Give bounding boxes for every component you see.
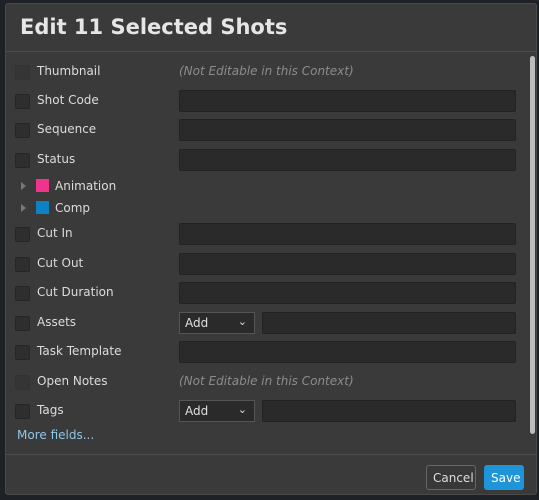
- task-label: Animation: [55, 179, 117, 193]
- field-label: Thumbnail: [37, 64, 101, 78]
- expand-triangle-icon[interactable]: [21, 182, 26, 190]
- field-label: Status: [37, 152, 76, 166]
- cut-duration-checkbox[interactable]: [15, 286, 30, 301]
- assets-input[interactable]: [262, 312, 516, 334]
- cut-duration-input[interactable]: [179, 282, 516, 304]
- header-divider: [6, 51, 536, 52]
- thumbnail-checkbox: [15, 65, 30, 80]
- shot-code-checkbox[interactable]: [15, 94, 30, 109]
- task-template-checkbox[interactable]: [15, 345, 30, 360]
- cut-in-input[interactable]: [179, 223, 516, 245]
- field-row-shot-code: Shot Code: [6, 90, 526, 112]
- scrollbar[interactable]: [530, 56, 535, 434]
- more-fields-link[interactable]: More fields...: [17, 428, 94, 442]
- field-label: Shot Code: [37, 93, 99, 107]
- open-notes-checkbox: [15, 375, 30, 390]
- task-label: Comp: [55, 201, 91, 215]
- field-row-cut-out: Cut Out: [6, 253, 526, 275]
- field-label: Task Template: [37, 344, 122, 358]
- task-color-swatch: [36, 201, 49, 214]
- assets-checkbox[interactable]: [15, 316, 30, 331]
- tags-input[interactable]: [262, 400, 516, 422]
- sequence-checkbox[interactable]: [15, 123, 30, 138]
- field-row-thumbnail: Thumbnail (Not Editable in this Context): [6, 61, 526, 83]
- assets-mode-select[interactable]: Add ⌄: [179, 312, 255, 334]
- status-checkbox[interactable]: [15, 153, 30, 168]
- save-button[interactable]: Save: [484, 465, 524, 490]
- field-row-cut-in: Cut In: [6, 223, 526, 245]
- cut-out-checkbox[interactable]: [15, 257, 30, 272]
- field-label: Open Notes: [37, 374, 108, 388]
- field-label: Assets: [37, 315, 77, 329]
- sequence-input[interactable]: [179, 119, 516, 141]
- dialog-title: Edit 11 Selected Shots: [20, 15, 288, 39]
- footer-divider: [6, 454, 536, 455]
- field-row-assets: Assets Add ⌄: [6, 312, 526, 334]
- tags-checkbox[interactable]: [15, 404, 30, 419]
- cancel-button[interactable]: Cancel: [426, 465, 476, 490]
- field-row-sequence: Sequence: [6, 119, 526, 141]
- tags-mode-select[interactable]: Add ⌄: [179, 400, 255, 422]
- field-row-task-template: Task Template: [6, 341, 526, 363]
- task-template-input[interactable]: [179, 341, 516, 363]
- select-value: Add: [185, 404, 209, 418]
- edit-shots-dialog: Edit 11 Selected Shots Thumbnail (Not Ed…: [5, 3, 537, 495]
- status-input[interactable]: [179, 149, 516, 171]
- field-label: Cut Duration: [37, 285, 114, 299]
- field-label: Cut In: [37, 226, 73, 240]
- not-editable-note: (Not Editable in this Context): [179, 64, 354, 78]
- expand-triangle-icon[interactable]: [21, 204, 26, 212]
- field-row-cut-duration: Cut Duration: [6, 282, 526, 304]
- cut-out-input[interactable]: [179, 253, 516, 275]
- chevron-down-icon: ⌄: [237, 315, 247, 328]
- field-row-status: Status: [6, 149, 526, 171]
- field-label: Tags: [37, 403, 64, 417]
- shot-code-input[interactable]: [179, 90, 516, 112]
- field-row-tags: Tags Add ⌄: [6, 400, 526, 422]
- field-label: Sequence: [37, 122, 97, 136]
- field-row-open-notes: Open Notes (Not Editable in this Context…: [6, 371, 526, 393]
- not-editable-note: (Not Editable in this Context): [179, 374, 354, 388]
- field-label: Cut Out: [37, 256, 84, 270]
- select-value: Add: [185, 316, 209, 330]
- cut-in-checkbox[interactable]: [15, 227, 30, 242]
- chevron-down-icon: ⌄: [237, 403, 247, 416]
- task-color-swatch: [36, 179, 49, 192]
